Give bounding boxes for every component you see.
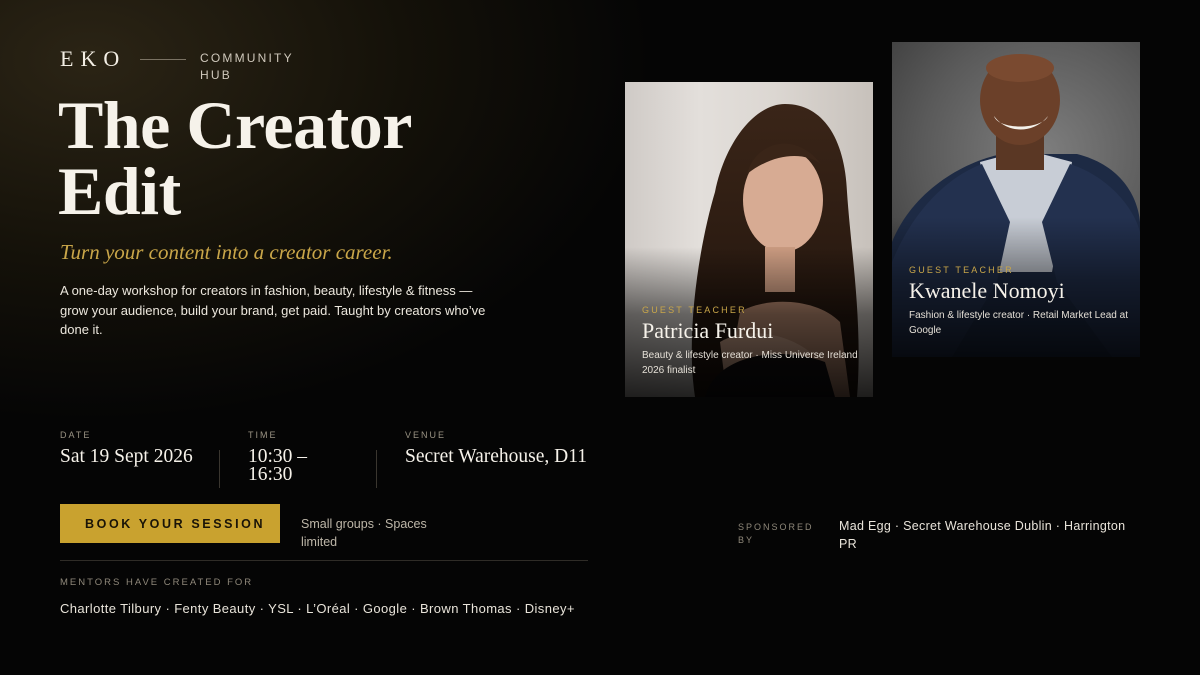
book-session-button[interactable]: BOOK YOUR SESSION — [60, 504, 280, 543]
time-value: 10:30 – 16:30 — [248, 446, 308, 485]
tagline: Turn your content into a creator career. — [60, 240, 393, 264]
date-label: DATE — [60, 430, 92, 440]
title-line-1: The Creator — [58, 87, 412, 163]
date-value: Sat 19 Sept 2026 — [60, 446, 193, 467]
event-description: A one-day workshop for creators in fashi… — [60, 283, 486, 337]
brand-divider — [140, 59, 186, 60]
teacher-bio: Beauty & lifestyle creator · Miss Univer… — [642, 350, 858, 376]
section-divider — [60, 560, 588, 561]
title-line-2: Edit — [58, 153, 181, 229]
guest-teacher-label: GUEST TEACHER — [909, 265, 1014, 275]
availability-note: Small groups · Spaces limited — [301, 517, 427, 549]
mentors-label: MENTORS HAVE CREATED FOR — [60, 577, 254, 588]
teacher-card: GUEST TEACHER Patricia Furdui Beauty & l… — [625, 82, 873, 397]
sponsored-by-label: SPONSORED BY — [738, 522, 814, 545]
brand-subtitle: COMMUNITY HUB — [200, 51, 294, 82]
teacher-card: GUEST TEACHER Kwanele Nomoyi Fashion & l… — [892, 42, 1140, 357]
mentor-brands-list: Charlotte Tilbury · Fenty Beauty · YSL ·… — [60, 601, 575, 616]
guest-teacher-label: GUEST TEACHER — [642, 305, 747, 315]
venue-value: Secret Warehouse, D11 — [405, 446, 587, 467]
teacher-name: Patricia Furdui — [642, 318, 774, 343]
teacher-name: Kwanele Nomoyi — [909, 278, 1065, 303]
time-label: TIME — [248, 430, 278, 440]
brand-logo: EKO — [60, 46, 127, 71]
detail-divider — [376, 450, 377, 488]
teacher-bio: Fashion & lifestyle creator · Retail Mar… — [909, 310, 1128, 336]
sponsors-list: Mad Egg · Secret Warehouse Dublin · Harr… — [839, 519, 1126, 551]
detail-divider — [219, 450, 220, 488]
page-title: The Creator Edit — [58, 91, 578, 225]
venue-label: VENUE — [405, 430, 447, 440]
